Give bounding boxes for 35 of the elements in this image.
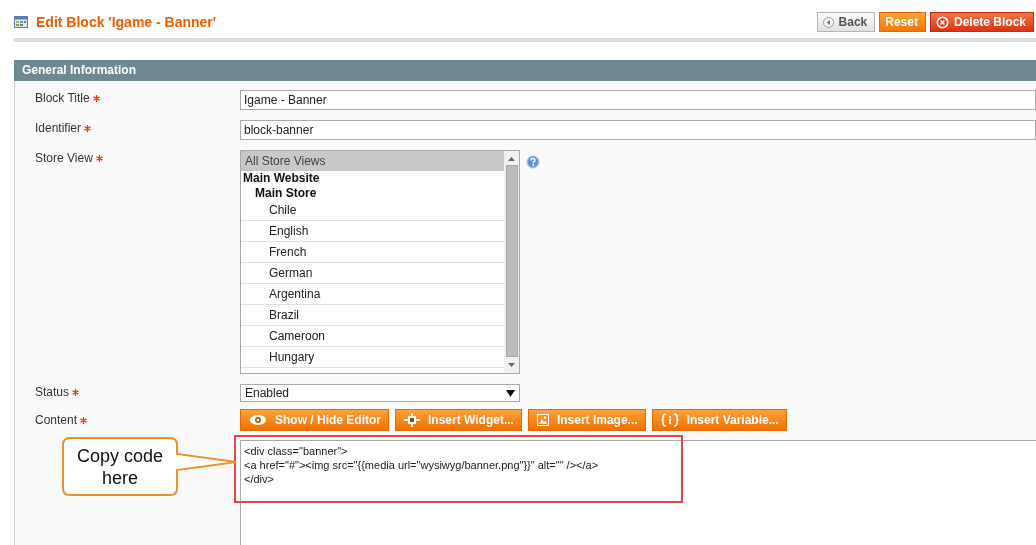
close-icon (935, 15, 949, 29)
store-option[interactable]: Hungary (241, 347, 504, 368)
store-option[interactable]: French (241, 242, 504, 263)
eye-icon (249, 414, 267, 426)
store-group-label: Main Website (242, 171, 321, 186)
section-header: General Information (14, 60, 1036, 81)
page-title: Edit Block 'Igame - Banner' (36, 14, 218, 30)
back-button[interactable]: Back (816, 12, 876, 32)
store-view-listbox[interactable]: All Store Views Main Website Main Store Chile English French German Argentina Brazil Cameroon Hungary (240, 150, 520, 374)
store-option[interactable]: English (241, 221, 504, 242)
help-icon[interactable] (526, 155, 540, 169)
field-label: Block Title (35, 91, 90, 105)
store-option[interactable]: Brazil (241, 305, 504, 326)
delete-button[interactable]: Delete Block (929, 12, 1034, 32)
store-option[interactable]: German (241, 263, 504, 284)
store-option[interactable]: Chile (241, 201, 504, 221)
scroll-thumb[interactable] (505, 165, 518, 357)
grid-icon (14, 16, 28, 28)
variable-icon (660, 413, 679, 427)
field-label: Content (35, 413, 78, 427)
image-icon (536, 414, 549, 426)
store-group-label: Main Store (254, 186, 318, 201)
store-option[interactable]: Argentina (241, 284, 504, 305)
dropdown-arrow-icon (506, 389, 515, 397)
text-field[interactable]: block-banner (240, 120, 1036, 140)
store-option[interactable]: All Store Views (241, 151, 504, 171)
field-label: Status (35, 385, 70, 399)
status-select[interactable]: Enabled (240, 384, 520, 402)
widget-icon (404, 413, 420, 427)
field-label: Identifier (35, 121, 82, 135)
content-textarea[interactable]: <div class="banner"> <a href="#"><img src="{{media url="wysiwyg/banner.png"}}" alt="" /></a> </div> (240, 440, 1036, 545)
field-label: Store View (35, 151, 93, 165)
scrollbar[interactable] (504, 151, 519, 373)
text-field[interactable]: Igame - Banner (240, 90, 1036, 110)
store-option[interactable]: Cameroon (241, 326, 504, 347)
